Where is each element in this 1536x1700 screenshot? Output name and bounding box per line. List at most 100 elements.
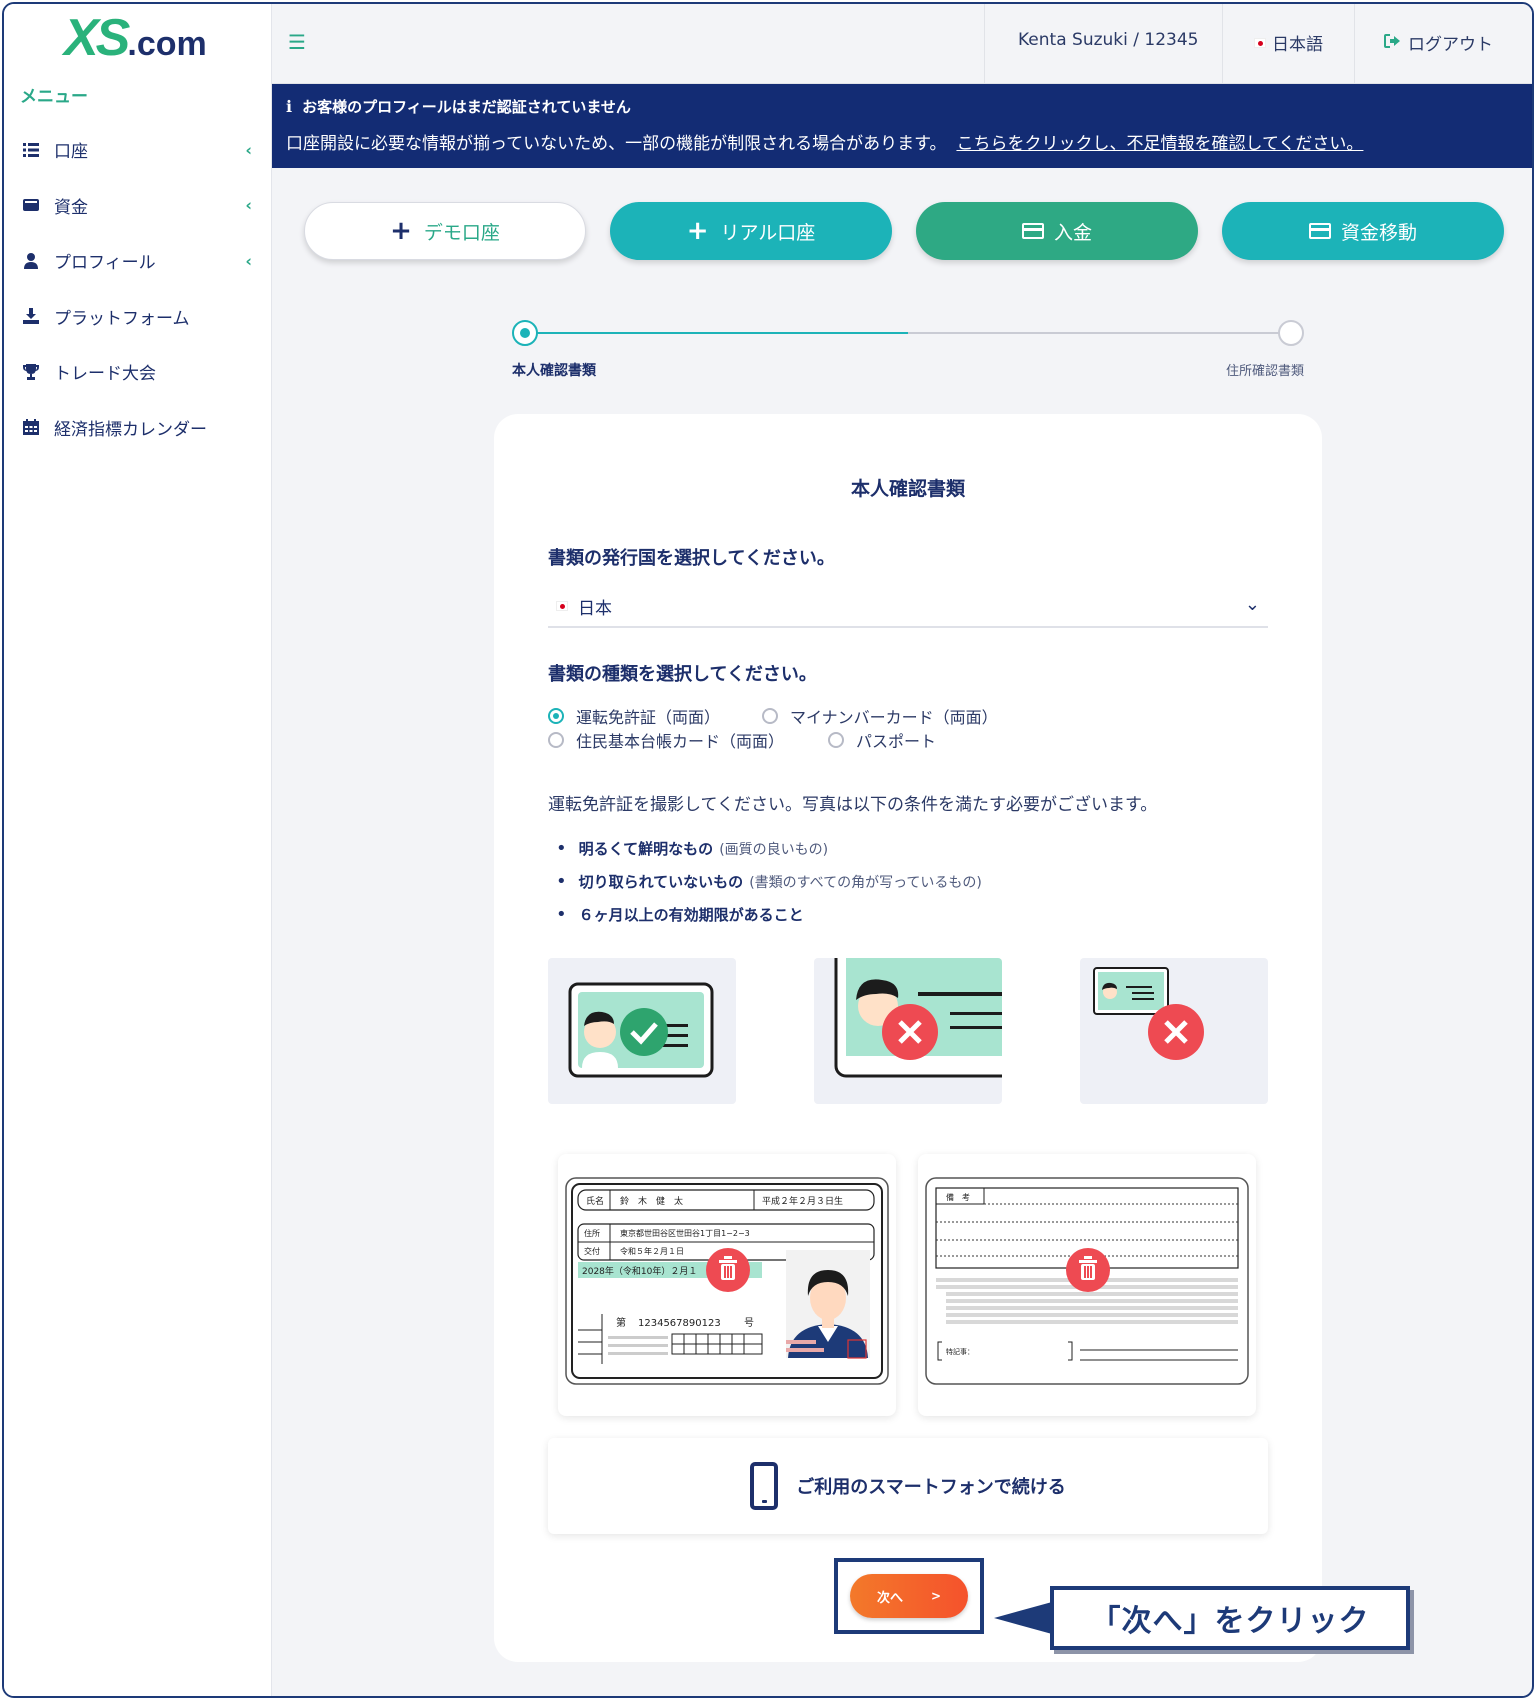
photo-conditions-list: 明るくて鮮明なもの(画質の良いもの) 切り取られていないもの(書類のすべての角が…: [548, 832, 982, 931]
sidebar-item-label: 口座: [54, 142, 88, 163]
logout-button[interactable]: ログアウト: [1384, 30, 1493, 55]
radio-passport[interactable]: パスポート: [828, 728, 936, 752]
language-selector[interactable]: 日本語: [1254, 30, 1323, 55]
list-item: ６ヶ月以上の有効期限があること: [548, 898, 982, 931]
radio-resident-card[interactable]: 住民基本台帳カード（両面）: [548, 728, 784, 752]
radio-button[interactable]: [762, 708, 778, 724]
radio-label: パスポート: [856, 732, 937, 751]
action-buttons: + デモ口座 + リアル口座 入金 資金移動: [304, 202, 1510, 262]
sidebar-item-calendar[interactable]: 経済指標カレンダー: [4, 400, 272, 456]
sidebar-item-label: プラットフォーム: [54, 308, 190, 329]
demo-account-label: デモ口座: [423, 221, 500, 244]
svg-text:氏名: 氏名: [586, 1195, 604, 1207]
chevron-left-icon: ‹: [245, 251, 252, 271]
id-document-card: 本人確認書類 書類の発行国を選択してください。 日本 ⌄ 書類の種類を選択してく…: [494, 414, 1322, 1662]
country-select[interactable]: 日本 ⌄: [548, 586, 1268, 628]
demo-account-button[interactable]: + デモ口座: [304, 202, 586, 260]
credit-card-icon: [1308, 223, 1331, 239]
smartphone-icon: [750, 1462, 779, 1510]
svg-text:交付: 交付: [584, 1246, 600, 1256]
instruction-callout: 「次へ」をクリック: [1050, 1586, 1410, 1650]
svg-text:備 考: 備 考: [946, 1192, 970, 1202]
radio-label: 住民基本台帳カード（両面）: [576, 732, 785, 751]
language-label: 日本語: [1272, 35, 1323, 55]
next-button-label: 次へ: [876, 1590, 903, 1606]
photo-instruction: 運転免許証を撮影してください。写真は以下の条件を満たす必要がございます。: [548, 795, 1158, 815]
logout-icon: [1384, 33, 1400, 53]
step-2-label: 住所確認書類: [1225, 364, 1304, 379]
deposit-label: 入金: [1053, 221, 1092, 244]
user-account-label: Kenta Suzuki / 12345: [1018, 30, 1199, 50]
download-icon: [22, 307, 40, 325]
radio-button[interactable]: [548, 708, 564, 724]
sidebar-nav: 口座 ‹ 資金 ‹ プロフィール ‹ プラットフォーム トレード大会 経済指標カ…: [4, 122, 272, 455]
chevron-down-icon: ⌄: [1244, 594, 1260, 615]
country-value: 日本: [578, 598, 612, 619]
stepper-progress: [524, 332, 908, 334]
list-icon: [22, 141, 40, 159]
doc-type-question: 書類の種類を選択してください。: [548, 664, 817, 685]
card-title: 本人確認書類: [850, 478, 965, 500]
sidebar-item-accounts[interactable]: 口座 ‹: [4, 122, 272, 178]
svg-text:1234567890123: 1234567890123: [638, 1318, 721, 1329]
svg-text:第: 第: [616, 1316, 626, 1329]
list-item: 明るくて鮮明なもの(画質の良いもの): [548, 832, 982, 865]
license-front-upload[interactable]: 氏名 鈴 木 健 太 平成２年２月３日生 住所 東京都世田谷区世田谷1丁目1−2…: [558, 1154, 896, 1416]
radio-label: 運転免許証（両面）: [576, 708, 721, 727]
deposit-button[interactable]: 入金: [916, 202, 1198, 260]
chevron-right-icon: >: [930, 1589, 942, 1603]
radio-mynumber-card[interactable]: マイナンバーカード（両面）: [762, 704, 998, 728]
license-back-upload[interactable]: 備 考 特記事：: [918, 1154, 1256, 1416]
trophy-icon: [22, 363, 40, 381]
cropped-photo-bad-example: [814, 958, 1002, 1104]
continue-on-smartphone-button[interactable]: ご利用のスマートフォンで続ける: [548, 1438, 1268, 1534]
japan-flag-icon: [556, 601, 568, 611]
step-1-label: 本人確認書類: [512, 363, 596, 379]
transfer-button[interactable]: 資金移動: [1222, 202, 1504, 260]
top-bar: ☰ Kenta Suzuki / 12345 日本語 ログアウト: [272, 4, 1532, 84]
logo[interactable]: XS.com: [64, 8, 207, 68]
good-photo-example: [548, 958, 736, 1104]
radio-drivers-license[interactable]: 運転免許証（両面）: [548, 704, 720, 728]
radio-button[interactable]: [828, 732, 844, 748]
svg-text:住所: 住所: [584, 1228, 600, 1238]
user-icon: [22, 252, 40, 270]
svg-text:平成２年２月３日生: 平成２年２月３日生: [762, 1195, 843, 1207]
radio-label: マイナンバーカード（両面）: [790, 708, 998, 727]
calendar-icon: [22, 418, 40, 436]
step-2-indicator: [1278, 320, 1304, 346]
country-question: 書類の発行国を選択してください。: [548, 548, 835, 569]
svg-text:令和５年２月１日: 令和５年２月１日: [620, 1246, 684, 1256]
next-button-highlight: 次へ >: [834, 1558, 984, 1634]
menu-title: メニュー: [20, 87, 88, 107]
alert-message: 口座開設に必要な情報が揃っていないため、一部の機能が制限される場合があります。: [286, 134, 947, 154]
japan-flag-icon: [1254, 37, 1266, 48]
verification-stepper: 本人確認書類 住所確認書類: [512, 320, 1304, 380]
next-button[interactable]: 次へ >: [850, 1574, 968, 1618]
svg-text:鈴 木 健 太: 鈴 木 健 太: [620, 1195, 683, 1207]
sidebar-item-label: 経済指標カレンダー: [54, 419, 207, 440]
delete-icon: [706, 1248, 750, 1292]
sidebar-item-platform[interactable]: プラットフォーム: [4, 289, 272, 345]
real-account-button[interactable]: + リアル口座: [610, 202, 892, 260]
divider: [984, 4, 985, 84]
list-item: 切り取られていないもの(書類のすべての角が写っているもの): [548, 865, 982, 898]
sidebar: XS.com メニュー 口座 ‹ 資金 ‹ プロフィール ‹ プラットフォーム …: [4, 4, 272, 1696]
hamburger-menu-icon[interactable]: ☰: [288, 30, 306, 54]
sidebar-item-funds[interactable]: 資金 ‹: [4, 178, 272, 234]
wallet-icon: [22, 196, 40, 214]
credit-card-icon: [1021, 223, 1044, 239]
svg-text:号: 号: [744, 1317, 754, 1329]
sidebar-item-label: 資金: [54, 197, 88, 218]
sidebar-item-profile[interactable]: プロフィール ‹: [4, 233, 272, 289]
chevron-left-icon: ‹: [245, 140, 252, 160]
chevron-left-icon: ‹: [245, 195, 252, 215]
missing-info-link[interactable]: こちらをクリックし、不足情報を確認してください。: [956, 134, 1363, 154]
sidebar-item-label: プロフィール: [54, 253, 156, 274]
sidebar-item-contest[interactable]: トレード大会: [4, 344, 272, 400]
info-icon: ℹ: [286, 97, 293, 116]
verification-alert: ℹ お客様のプロフィールはまだ認証されていません 口座開設に必要な情報が揃ってい…: [272, 84, 1532, 168]
divider: [1222, 4, 1223, 84]
radio-button[interactable]: [548, 732, 564, 748]
callout-pointer: [994, 1602, 1052, 1634]
